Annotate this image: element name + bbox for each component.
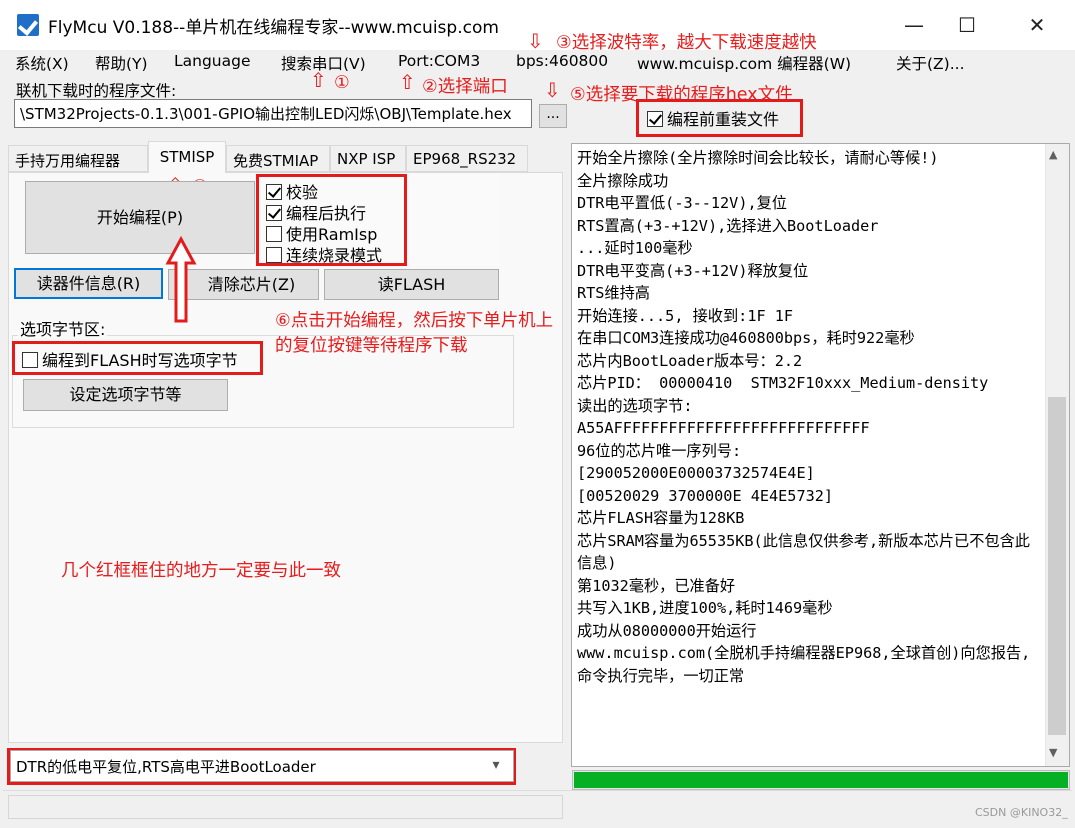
log-line: www.mcuisp.com(全脱机手持编程器EP968,全球首创)向您报告, … bbox=[577, 644, 1040, 685]
tab-stmiap[interactable]: 免费STMIAP bbox=[226, 145, 330, 172]
log-line: DTR电平置低(-3--12V),复位 bbox=[577, 194, 787, 212]
chevron-down-icon[interactable]: ▾ bbox=[482, 752, 510, 778]
log-line: 读出的选项字节: bbox=[577, 396, 693, 415]
checkbox-unchecked-icon bbox=[266, 226, 282, 242]
checkbox-checked-icon bbox=[647, 111, 663, 127]
log-text: 开始全片擦除(全片擦除时间会比较长，请耐心等候!) 全片擦除成功 DTR电平置低(-… bbox=[577, 147, 1039, 687]
log-line: 在串口COM3连接成功@460800bps，耗时922毫秒 bbox=[577, 329, 915, 347]
log-line: 第1032毫秒，已准备好 bbox=[577, 576, 736, 595]
watermark: CSDN @KINO32_ bbox=[975, 806, 1068, 819]
log-line: 共写入1KB,进度100%,耗时1469毫秒 bbox=[577, 599, 833, 617]
log-line: 开始全片擦除(全片擦除时间会比较长，请耐心等候!) bbox=[577, 149, 939, 167]
menu-system[interactable]: 系统(X) bbox=[15, 52, 69, 74]
log-line: RTS置高(+3-+12V),选择进入BootLoader bbox=[577, 216, 879, 235]
app-logo-icon bbox=[17, 14, 39, 36]
start-programming-button[interactable]: 开始编程(P) bbox=[25, 181, 255, 254]
option-bytes-group-label: 选项字节区: bbox=[18, 316, 108, 340]
log-line: 全片擦除成功 bbox=[577, 171, 669, 190]
checkbox-unchecked-icon bbox=[22, 352, 38, 368]
arrow-up-icon: ⇧ bbox=[399, 70, 416, 94]
progress-fill bbox=[574, 772, 1068, 788]
menu-programmer[interactable]: www.mcuisp.com 编程器(W) bbox=[637, 52, 851, 74]
log-line: 开始连接...5, 接收到:1F 1F bbox=[577, 306, 794, 325]
maximize-button[interactable]: ☐ bbox=[947, 10, 987, 40]
annotation-step3: ③选择波特率，越大下载速度越快 bbox=[556, 33, 817, 53]
arrow-down-icon: ⇩ bbox=[544, 78, 561, 102]
continuous-burn-checkbox[interactable]: 连续烧录模式 bbox=[266, 242, 382, 266]
browse-file-button[interactable]: ... bbox=[539, 104, 567, 128]
read-flash-button[interactable]: 读FLASH bbox=[324, 269, 499, 300]
menu-about[interactable]: 关于(Z)... bbox=[896, 52, 965, 74]
read-device-info-button[interactable]: 读器件信息(R) bbox=[14, 268, 163, 299]
log-line: 芯片内BootLoader版本号：2.2 bbox=[577, 351, 803, 370]
menu-language[interactable]: Language bbox=[174, 52, 251, 70]
log-line: 成功从08000000开始运行 bbox=[577, 621, 757, 640]
tab-handheld-programmer[interactable]: 手持万用编程器 bbox=[8, 145, 148, 172]
arrow-up-icon bbox=[165, 236, 197, 323]
annotation-step2: ②选择端口 bbox=[422, 77, 508, 97]
window-title: FlyMcu V0.188--单片机在线编程专家--www.mcuisp.com bbox=[48, 18, 499, 38]
checkbox-checked-icon bbox=[266, 184, 282, 200]
scroll-up-icon[interactable]: ▲ bbox=[1049, 148, 1057, 161]
log-line: RTS维持高 bbox=[577, 284, 650, 302]
tab-nxp-isp[interactable]: NXP ISP bbox=[330, 145, 406, 172]
write-option-bytes-checkbox[interactable]: 编程到FLASH时写选项字节 bbox=[22, 347, 238, 371]
log-line: DTR电平变高(+3-+12V)释放复位 bbox=[577, 261, 809, 280]
close-button[interactable]: ✕ bbox=[1017, 10, 1057, 40]
reload-file-checkbox[interactable]: 编程前重装文件 bbox=[647, 106, 779, 130]
tab-ep968[interactable]: EP968_RS232 bbox=[406, 145, 528, 172]
log-line: ...延时100毫秒 bbox=[577, 239, 693, 257]
log-line: [290052000E00003732574E4E] bbox=[577, 464, 815, 482]
log-line: 96位的芯片唯一序列号: bbox=[577, 441, 742, 460]
annotation-consistency-note: 几个红框框住的地方一定要与此一致 bbox=[61, 561, 341, 581]
menu-help[interactable]: 帮助(Y) bbox=[95, 52, 148, 74]
file-label: 联机下载时的程序文件: bbox=[16, 82, 177, 100]
reload-file-label: 编程前重装文件 bbox=[667, 110, 780, 129]
status-cell bbox=[8, 795, 563, 819]
arrow-down-icon: ⇩ bbox=[527, 29, 544, 53]
annotation-step1: ① bbox=[334, 73, 350, 93]
log-line: 芯片FLASH容量为128KB bbox=[577, 509, 745, 527]
log-line: [00520029 3700000E 4E4E5732] bbox=[577, 486, 834, 505]
write-option-bytes-label: 编程到FLASH时写选项字节 bbox=[42, 351, 238, 370]
menu-bps[interactable]: bps:460800 bbox=[516, 52, 608, 70]
tab-stmisp[interactable]: STMISP bbox=[148, 141, 226, 173]
log-line: 芯片SRAM容量为65535KB(此信息仅供参考,新版本芯片已不包含此信息) bbox=[577, 531, 1030, 573]
reset-mode-select[interactable]: DTR的低电平复位,RTS高电平进BootLoader bbox=[10, 750, 514, 782]
file-path-field[interactable]: \STM32Projects-0.1.3\001-GPIO输出控制LED闪烁\O… bbox=[14, 99, 532, 128]
arrow-up-icon: ⇧ bbox=[310, 68, 327, 92]
set-option-bytes-button[interactable]: 设定选项字节等 bbox=[23, 379, 228, 411]
menu-port[interactable]: Port:COM3 bbox=[398, 52, 480, 70]
log-line: 芯片PID： 00000410 STM32F10xxx_Medium-densi… bbox=[577, 374, 989, 392]
log-line: A55AFFFFFFFFFFFFFFFFFFFFFFFFFFFF bbox=[577, 419, 870, 437]
checkbox-checked-icon bbox=[266, 205, 282, 221]
annotation-step6: ⑥点击开始编程，然后按下单片机上的复位按键等待程序下载 bbox=[275, 311, 554, 356]
minimize-button[interactable]: — bbox=[894, 10, 934, 40]
checkbox-unchecked-icon bbox=[266, 247, 282, 263]
progress-bar bbox=[572, 770, 1070, 790]
scroll-thumb[interactable] bbox=[1048, 397, 1066, 735]
scroll-down-icon[interactable]: ▼ bbox=[1049, 746, 1057, 759]
continuous-burn-label: 连续烧录模式 bbox=[286, 246, 383, 265]
